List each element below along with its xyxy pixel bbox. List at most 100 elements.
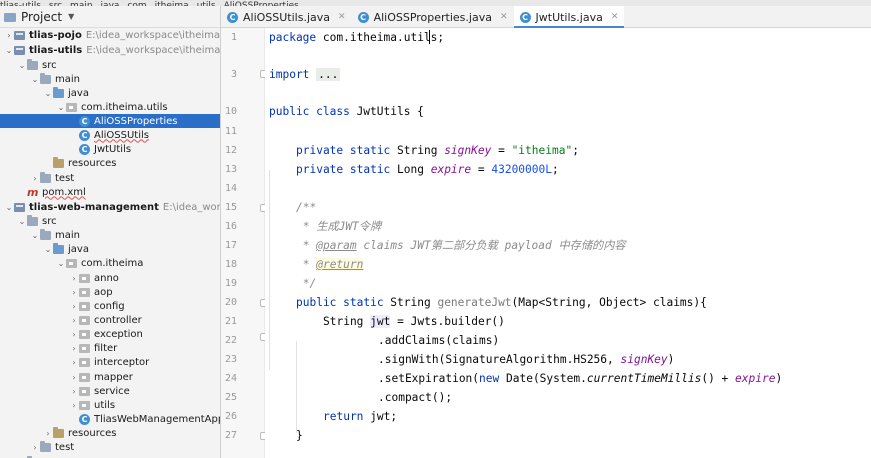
folded-imports[interactable]: ... bbox=[316, 68, 341, 81]
tree-item-utils[interactable]: › utils bbox=[0, 398, 220, 412]
editor-tab[interactable]: C AliOSSProperties.java ✕ bbox=[352, 6, 514, 28]
tree-item-mapper[interactable]: › mapper bbox=[0, 370, 220, 384]
tree-item-com-itheima-utils[interactable]: ⌄ com.itheima.utils bbox=[0, 100, 220, 114]
tree-item-aliossutils[interactable]: C AliOSSUtils bbox=[0, 128, 220, 142]
tree-item-label: config bbox=[94, 300, 125, 312]
line-number[interactable]: 27 bbox=[221, 426, 237, 445]
line-number[interactable]: 12 bbox=[221, 141, 237, 160]
editor-tab[interactable]: C AliOSSUtils.java ✕ bbox=[221, 6, 352, 28]
tree-item-tliaswebmanagementapplicat[interactable]: C TliasWebManagementApplicat bbox=[0, 412, 220, 426]
close-icon[interactable]: ✕ bbox=[611, 12, 619, 22]
tree-item-resources[interactable]: resources bbox=[0, 156, 220, 170]
tree-item-interceptor[interactable]: › interceptor bbox=[0, 355, 220, 369]
chevron-right-icon[interactable]: › bbox=[69, 387, 79, 396]
maven-icon: m bbox=[27, 185, 39, 199]
chevron-right-icon[interactable]: › bbox=[69, 358, 79, 367]
tree-item-pom-xml[interactable]: m pom.xml bbox=[0, 185, 220, 199]
line-number[interactable]: 25 bbox=[221, 388, 237, 407]
package-icon bbox=[79, 357, 90, 367]
line-number[interactable]: 22 bbox=[221, 331, 237, 350]
chevron-down-icon[interactable]: ⌄ bbox=[4, 203, 14, 212]
tree-item-anno[interactable]: › anno bbox=[0, 271, 220, 285]
line-number[interactable]: 10 bbox=[221, 102, 237, 121]
tree-item-aliossproperties[interactable]: C AliOSSProperties bbox=[0, 114, 220, 128]
tree-item-src[interactable]: ⌄ src bbox=[0, 214, 220, 228]
tree-item-tlias-utils[interactable]: ⌄ tlias-utilsE:\idea_workspace\itheima_ma… bbox=[0, 43, 220, 57]
tree-item-exception[interactable]: › exception bbox=[0, 327, 220, 341]
line-number[interactable]: 1 bbox=[221, 28, 237, 47]
tree-item-java[interactable]: ⌄ java bbox=[0, 242, 220, 256]
chevron-right-icon[interactable]: › bbox=[69, 330, 79, 339]
chevron-right-icon[interactable]: › bbox=[69, 302, 79, 311]
module-path: E:\idea_workspace\it bbox=[162, 201, 221, 213]
chevron-right-icon[interactable]: › bbox=[4, 31, 14, 40]
tree-item-resources[interactable]: › resources bbox=[0, 426, 220, 440]
resources-folder-icon bbox=[53, 426, 64, 438]
tree-item-test[interactable]: › test bbox=[0, 440, 220, 454]
tree-item-label: anno bbox=[94, 272, 119, 284]
chevron-down-icon[interactable]: ⌄ bbox=[43, 89, 53, 98]
line-number[interactable]: 20 bbox=[221, 293, 237, 312]
tree-item-src[interactable]: ⌄ src bbox=[0, 58, 220, 72]
line-number[interactable]: 14 bbox=[221, 179, 237, 198]
chevron-right-icon[interactable]: › bbox=[69, 401, 79, 410]
chevron-right-icon[interactable]: › bbox=[69, 373, 79, 382]
tree-item-com-itheima[interactable]: ⌄ com.itheima bbox=[0, 256, 220, 270]
tree-item-config[interactable]: › config bbox=[0, 299, 220, 313]
chevron-down-icon[interactable]: ⌄ bbox=[30, 231, 40, 240]
chevron-down-icon[interactable]: ⌄ bbox=[43, 245, 53, 254]
chevron-right-icon[interactable]: › bbox=[43, 429, 53, 438]
chevron-right-icon[interactable]: › bbox=[30, 174, 40, 183]
chevron-down-icon[interactable]: ⌄ bbox=[56, 259, 66, 268]
line-number[interactable]: 21 bbox=[221, 312, 237, 331]
tree-item-label: utils bbox=[94, 399, 116, 411]
line-number[interactable]: 26 bbox=[221, 407, 237, 426]
code-line-13: private static Long expire = 43200000L; bbox=[296, 163, 559, 176]
tree-item-main[interactable]: ⌄ main bbox=[0, 228, 220, 242]
tree-item-tlias-pojo[interactable]: › tlias-pojoE:\idea_workspace\itheima_mav… bbox=[0, 28, 220, 42]
chevron-right-icon[interactable]: › bbox=[69, 288, 79, 297]
close-icon[interactable]: ✕ bbox=[338, 12, 346, 22]
line-number[interactable]: 16 bbox=[221, 217, 237, 236]
tree-item-filter[interactable]: › filter bbox=[0, 341, 220, 355]
class-icon: C bbox=[79, 143, 90, 155]
code-editor[interactable]: package com.itheima.utils; import ... pu… bbox=[265, 28, 871, 458]
chevron-down-icon[interactable]: ⌄ bbox=[17, 61, 27, 70]
package-icon bbox=[79, 273, 90, 283]
tree-item-aop[interactable]: › aop bbox=[0, 285, 220, 299]
chevron-down-icon[interactable]: ▼ bbox=[68, 12, 74, 21]
line-number[interactable]: 17 bbox=[221, 236, 237, 255]
chevron-down-icon[interactable]: ⌄ bbox=[56, 103, 66, 112]
chevron-right-icon[interactable]: › bbox=[69, 316, 79, 325]
chevron-right-icon[interactable]: › bbox=[30, 443, 40, 452]
chevron-right-icon[interactable]: › bbox=[69, 344, 79, 353]
code-line-26: return jwt; bbox=[323, 410, 398, 423]
line-number[interactable]: 11 bbox=[221, 122, 237, 141]
chevron-down-icon[interactable]: ⌄ bbox=[4, 46, 14, 55]
tree-item-label: test bbox=[55, 172, 75, 184]
editor-tab[interactable]: C JwtUtils.java ✕ bbox=[513, 6, 625, 29]
tree-item-main[interactable]: ⌄ main bbox=[0, 72, 220, 86]
tree-item-java[interactable]: ⌄ java bbox=[0, 86, 220, 100]
line-number[interactable]: 13 bbox=[221, 160, 237, 179]
line-number[interactable]: 18 bbox=[221, 255, 237, 274]
line-number[interactable]: 19 bbox=[221, 274, 237, 293]
tree-item-tlias-web-management[interactable]: ⌄ tlias-web-managementE:\idea_workspace\i… bbox=[0, 200, 221, 214]
tree-item-jwtutils[interactable]: C JwtUtils bbox=[0, 142, 220, 156]
tree-item-controller[interactable]: › controller bbox=[0, 313, 220, 327]
tree-item-service[interactable]: › service bbox=[0, 384, 220, 398]
line-number[interactable]: 24 bbox=[221, 369, 237, 388]
project-panel-header[interactable]: Project ▼ bbox=[0, 6, 220, 28]
line-number[interactable]: 23 bbox=[221, 350, 237, 369]
tree-item-test[interactable]: › test bbox=[0, 171, 220, 185]
close-icon[interactable]: ✕ bbox=[500, 12, 508, 22]
resources-folder-icon bbox=[53, 156, 64, 168]
chevron-right-icon[interactable]: › bbox=[69, 274, 79, 283]
line-number[interactable]: 15 bbox=[221, 198, 237, 217]
tree-item-label: resources bbox=[68, 427, 117, 439]
chevron-down-icon[interactable]: ⌄ bbox=[30, 75, 40, 84]
class-icon: C bbox=[79, 413, 90, 425]
tree-item-label: aop bbox=[94, 286, 113, 298]
line-number[interactable]: 3 bbox=[221, 65, 237, 84]
chevron-down-icon[interactable]: ⌄ bbox=[17, 217, 27, 226]
